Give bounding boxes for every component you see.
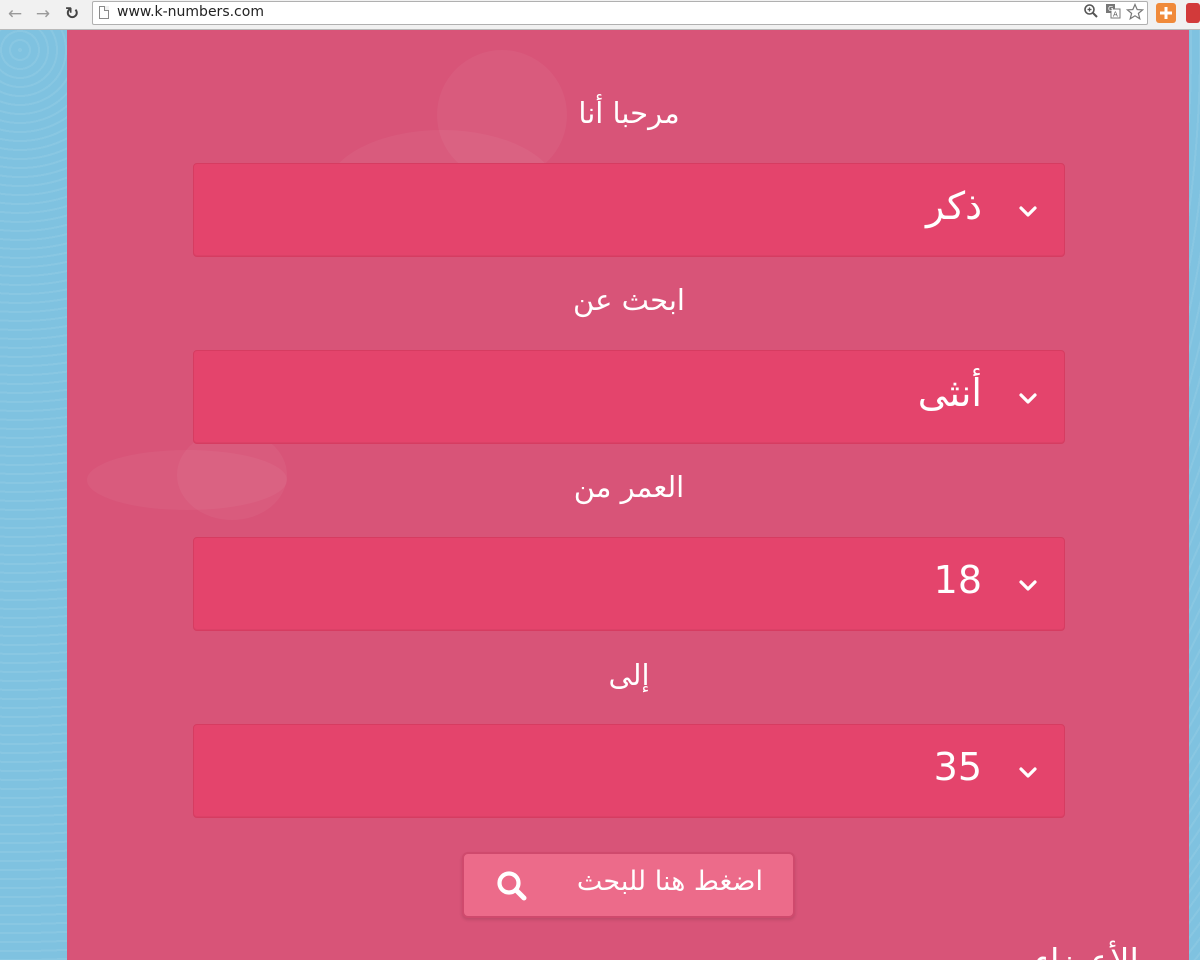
search-button[interactable]: اضغط هنا للبحث xyxy=(462,852,795,918)
age-from-value: 18 xyxy=(933,558,982,602)
bookmark-star-icon[interactable] xyxy=(1125,2,1145,23)
i-am-select[interactable]: ذكر xyxy=(193,163,1065,257)
chevron-down-icon xyxy=(1019,767,1037,778)
add-extension-icon[interactable] xyxy=(1156,3,1176,23)
age-from-label: العمر من xyxy=(573,470,685,504)
page-icon xyxy=(99,6,109,19)
i-am-label: مرحبا أنا xyxy=(578,96,680,130)
search-form-panel: مرحبا أنا ذكر ابحث عن أنثى العمر من 18 إ… xyxy=(67,30,1189,960)
chevron-down-icon xyxy=(1019,580,1037,591)
extension-icon[interactable] xyxy=(1186,3,1200,23)
search-button-label: اضغط هنا للبحث xyxy=(576,866,763,897)
chevron-down-icon xyxy=(1019,206,1037,217)
search-icon xyxy=(497,871,527,901)
chevron-down-icon xyxy=(1019,393,1037,404)
zoom-icon[interactable] xyxy=(1081,3,1101,23)
age-to-label: إلى xyxy=(608,658,650,692)
reload-button[interactable]: ↻ xyxy=(61,3,83,25)
looking-for-select[interactable]: أنثى xyxy=(193,350,1065,444)
members-heading: الأعضاء xyxy=(1034,942,1139,960)
forward-button[interactable]: → xyxy=(32,3,54,25)
url-text[interactable]: www.k-numbers.com xyxy=(117,4,264,20)
browser-toolbar: ← → ↻ www.k-numbers.com GA xyxy=(0,0,1200,30)
address-bar[interactable]: www.k-numbers.com GA xyxy=(92,1,1148,25)
translate-icon[interactable]: GA xyxy=(1103,3,1123,23)
looking-for-value: أنثى xyxy=(917,371,982,415)
back-button[interactable]: ← xyxy=(4,3,26,25)
age-to-value: 35 xyxy=(933,745,982,789)
looking-for-label: ابحث عن xyxy=(573,283,685,317)
i-am-value: ذكر xyxy=(926,184,982,228)
age-from-select[interactable]: 18 xyxy=(193,537,1065,631)
svg-text:A: A xyxy=(1113,11,1118,19)
age-to-select[interactable]: 35 xyxy=(193,724,1065,818)
